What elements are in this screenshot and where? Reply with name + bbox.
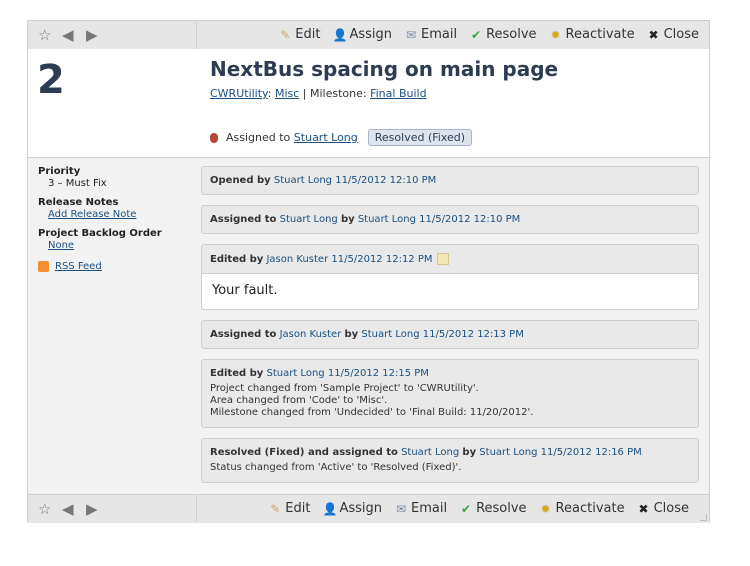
milestone-label: Milestone: [310,87,367,100]
reactivate-icon: ✹ [550,27,561,42]
event-resolved: Resolved (Fixed) and assigned to Stuart … [201,438,699,483]
backlog-label: Project Backlog Order [38,228,162,239]
milestone-link[interactable]: Final Build [370,87,426,100]
event-user[interactable]: Jason Kuster [266,254,328,265]
nav-group: ☆ ◀ ▶ [28,21,197,49]
assign-button[interactable]: 👤 Assign [322,501,382,516]
event-user[interactable]: Stuart Long [401,447,459,458]
project-link[interactable]: CWRUtility [210,87,268,100]
rss-icon [38,261,49,272]
rss-feed-link[interactable]: RSS Feed [55,261,102,272]
assigned-user-link[interactable]: Stuart Long [294,131,358,144]
close-button[interactable]: ✖ Close [637,501,689,516]
priority-value: 3 – Must Fix [48,178,107,189]
star-icon[interactable]: ☆ [38,500,51,518]
edit-icon: ✎ [280,27,291,42]
area-link[interactable]: Misc [275,87,299,100]
reactivate-button[interactable]: ✹ Reactivate [549,27,635,42]
assigned-prefix: Assigned to [226,131,291,144]
email-icon: ✉ [405,27,417,42]
nav-group: ☆ ◀ ▶ [28,495,197,523]
event-details: Status changed from 'Active' to 'Resolve… [210,462,462,473]
case-title: NextBus spacing on main page [210,57,559,81]
event-user[interactable]: Jason Kuster [280,329,342,340]
resolve-button[interactable]: ✔ Resolve [469,27,537,42]
assign-button[interactable]: 👤 Assign [332,27,392,42]
event-by-user[interactable]: Stuart Long [479,447,537,458]
event-reassigned: Assigned to Jason Kuster by Stuart Long … [201,320,699,349]
event-comment-body: Your fault. [202,273,698,309]
priority-label: Priority [38,166,81,177]
status-badge: Resolved (Fixed) [367,129,473,146]
release-notes-label: Release Notes [38,197,119,208]
email-icon: ✉ [395,501,407,516]
close-button[interactable]: ✖ Close [647,27,699,42]
backlog-value-link[interactable]: None [48,240,188,251]
case-events: Opened by Stuart Long 11/5/2012 12:10 PM… [201,166,699,493]
bottom-toolbar: ☆ ◀ ▶ ✎ Edit 👤 Assign ✉ Email ✔ Resolve ✹ Rea… [28,494,709,523]
forward-arrow-icon[interactable]: ▶ [86,500,98,518]
event-edited: Edited by Jason Kuster 11/5/2012 12:12 P… [201,244,699,310]
event-opened: Opened by Stuart Long 11/5/2012 12:10 PM [201,166,699,195]
close-x-icon: ✖ [638,501,649,516]
event-edited-fields: Edited by Stuart Long 11/5/2012 12:15 PM… [201,359,699,428]
star-icon[interactable]: ☆ [38,26,51,44]
event-user[interactable]: Stuart Long [280,214,338,225]
checkmark-icon: ✔ [461,501,472,516]
case-sidebar: Priority 3 – Must Fix Release Notes Add … [38,166,188,272]
edit-button[interactable]: ✎ Edit [278,27,320,42]
top-toolbar: ☆ ◀ ▶ ✎ Edit 👤 Assign ✉ Email ✔ Resolve ✹ Rea… [28,21,709,50]
edit-button[interactable]: ✎ Edit [268,501,310,516]
back-arrow-icon[interactable]: ◀ [62,26,74,44]
add-release-note-link[interactable]: Add Release Note [48,209,188,220]
resolve-button[interactable]: ✔ Resolve [459,501,527,516]
event-details: Project changed from 'Sample Project' to… [210,383,534,418]
back-arrow-icon[interactable]: ◀ [62,500,74,518]
forward-arrow-icon[interactable]: ▶ [86,26,98,44]
case-frame: ☆ ◀ ▶ ✎ Edit 👤 Assign ✉ Email ✔ Resolve ✹ Rea… [27,20,710,523]
event-assigned: Assigned to Stuart Long by Stuart Long 1… [201,205,699,234]
reactivate-icon: ✹ [540,501,551,516]
case-breadcrumb: CWRUtility: Misc | Milestone: Final Buil… [210,87,427,100]
email-button[interactable]: ✉ Email [404,27,457,42]
reactivate-button[interactable]: ✹ Reactivate [539,501,625,516]
email-button[interactable]: ✉ Email [394,501,447,516]
note-icon [436,253,449,265]
checkmark-icon: ✔ [471,27,482,42]
case-number: 2 [37,57,65,103]
assign-user-icon: 👤 [332,27,348,42]
resize-grip[interactable] [700,514,707,521]
edit-icon: ✎ [270,501,281,516]
event-user[interactable]: Stuart Long [266,368,324,379]
event-by-user[interactable]: Stuart Long [361,329,419,340]
toolbar-actions: ✎ Edit 👤 Assign ✉ Email ✔ Resolve ✹ Reactivat… [256,501,689,516]
assigned-row: Assigned to Stuart Long Resolved (Fixed) [210,129,473,146]
toolbar-actions: ✎ Edit 👤 Assign ✉ Email ✔ Resolve ✹ Reactivat… [266,27,699,42]
event-by-user[interactable]: Stuart Long [358,214,416,225]
bug-icon [210,132,218,143]
assign-user-icon: 👤 [322,501,338,516]
event-user[interactable]: Stuart Long [274,175,332,186]
close-x-icon: ✖ [648,27,659,42]
rss-row: RSS Feed [38,261,188,272]
case-header: 2 NextBus spacing on main page CWRUtilit… [28,49,709,158]
